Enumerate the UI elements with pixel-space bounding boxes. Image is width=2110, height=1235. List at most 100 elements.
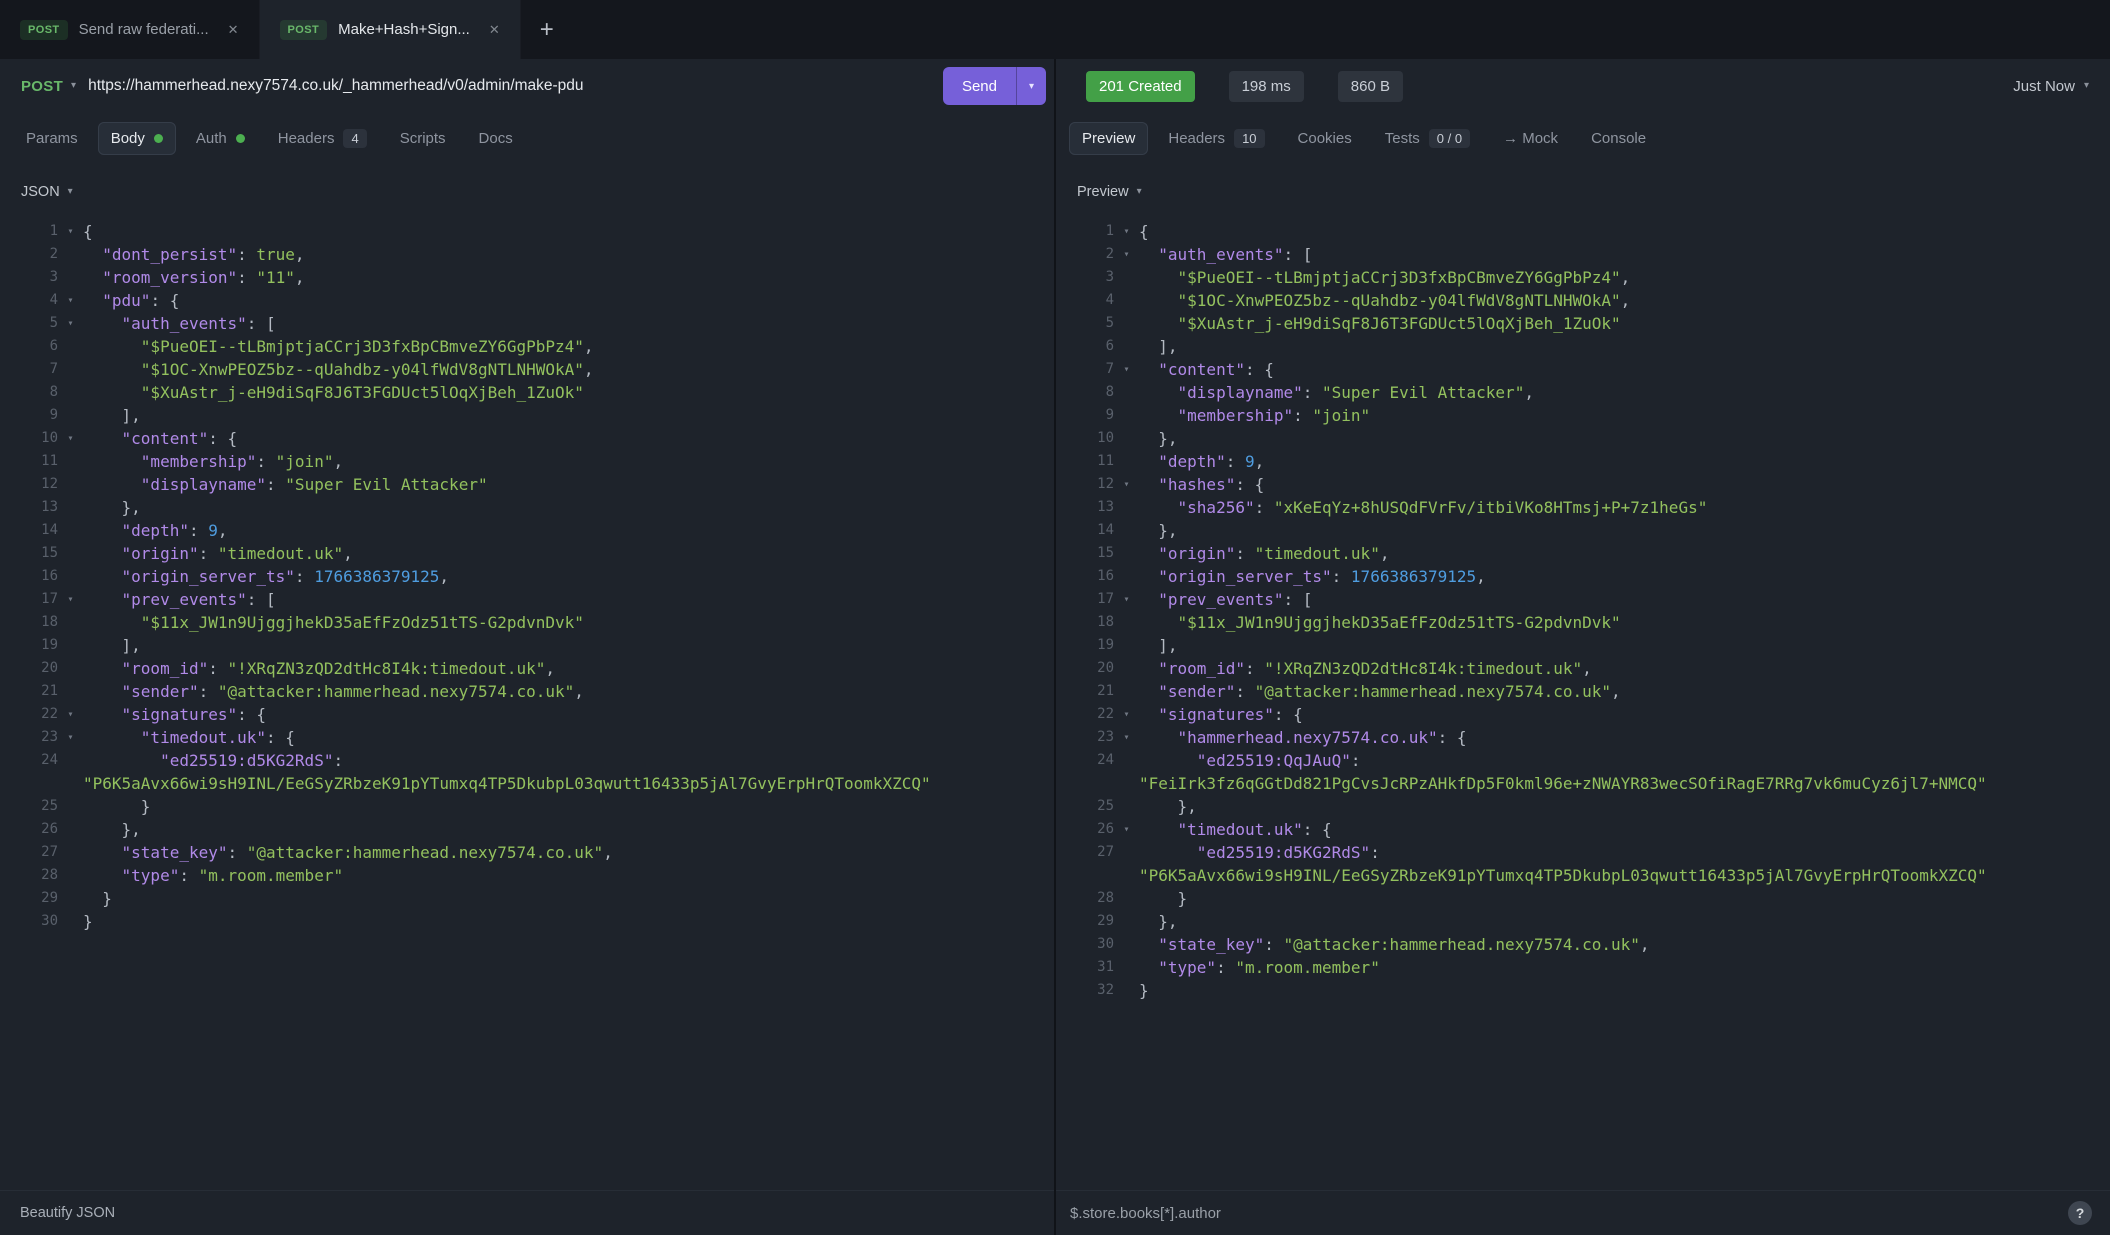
code-line: 25 } (0, 795, 1054, 818)
response-tabs: Preview Headers 10 Cookies Tests 0 / 0 →… (1056, 113, 2110, 164)
url-input[interactable]: https://hammerhead.nexy7574.co.uk/_hamme… (88, 77, 931, 95)
code-text: "room_id": "!XRqZN3zQD2dtHc8I4k:timedout… (1139, 657, 1592, 680)
method-dropdown[interactable]: POST ▾ (21, 78, 76, 95)
jsonpath-filter-input[interactable] (1070, 1205, 2056, 1222)
gutter-spacer (58, 243, 83, 266)
tab-tests[interactable]: Tests 0 / 0 (1372, 121, 1483, 156)
code-text: "$1OC-XnwPEOZ5bz--qUahdbz-y04lfWdV8gNTLN… (1139, 289, 1630, 312)
tab-response-headers[interactable]: Headers 10 (1155, 121, 1277, 156)
line-number: 16 (1056, 565, 1114, 588)
code-text: "ed25519:d5KG2RdS": (1139, 841, 1380, 864)
code-text: "hammerhead.nexy7574.co.uk": { (1139, 726, 1467, 749)
code-text: "sender": "@attacker:hammerhead.nexy7574… (83, 680, 584, 703)
fold-toggle-icon[interactable]: ▾ (58, 312, 83, 335)
line-number: 8 (1056, 381, 1114, 404)
send-button[interactable]: Send ▾ (943, 67, 1046, 105)
code-line: 14 "depth": 9, (0, 519, 1054, 542)
line-number: 20 (0, 657, 58, 680)
tab-scripts[interactable]: Scripts (387, 122, 459, 155)
preview-mode-dropdown[interactable]: Preview ▾ (1077, 184, 1142, 200)
line-number: 3 (1056, 266, 1114, 289)
method-badge: POST (20, 20, 68, 40)
gutter-spacer (58, 841, 83, 864)
gutter-spacer (58, 565, 83, 588)
help-button[interactable]: ? (2068, 1201, 2092, 1225)
code-text: }, (83, 818, 141, 841)
line-number: 14 (0, 519, 58, 542)
fold-toggle-icon[interactable]: ▾ (1114, 588, 1139, 611)
line-number: 13 (0, 496, 58, 519)
new-tab-button[interactable]: + (521, 0, 573, 59)
body-language-dropdown[interactable]: JSON ▾ (21, 184, 73, 200)
line-number: 6 (0, 335, 58, 358)
line-number: 4 (1056, 289, 1114, 312)
fold-toggle-icon[interactable]: ▾ (58, 220, 83, 243)
code-text: }, (1139, 427, 1178, 450)
line-number: 20 (1056, 657, 1114, 680)
response-preview-editor[interactable]: 1▾{2▾ "auth_events": [3 "$PueOEI--tLBmjp… (1056, 220, 2110, 1190)
code-line: 4▾ "pdu": { (0, 289, 1054, 312)
code-text: } (83, 910, 93, 933)
send-options-chevron-icon[interactable]: ▾ (1016, 67, 1046, 105)
plus-icon: + (540, 16, 554, 44)
close-icon[interactable]: ✕ (489, 22, 500, 38)
code-line: 32} (1056, 979, 2110, 1002)
fold-toggle-icon[interactable]: ▾ (1114, 818, 1139, 841)
gutter-spacer (1114, 864, 1139, 887)
tab-preview[interactable]: Preview (1069, 122, 1148, 155)
line-number: 19 (0, 634, 58, 657)
code-line: 16 "origin_server_ts": 1766386379125, (1056, 565, 2110, 588)
fold-toggle-icon[interactable]: ▾ (58, 703, 83, 726)
gutter-spacer (1114, 427, 1139, 450)
history-label: Just Now (2013, 78, 2075, 95)
request-body-editor[interactable]: 1▾{2 "dont_persist": true,3 "room_versio… (0, 220, 1054, 1190)
tab-headers[interactable]: Headers 4 (265, 121, 380, 156)
window-tab-send-raw-federation[interactable]: POST Send raw federati... ✕ (0, 0, 260, 59)
code-text: ], (1139, 634, 1178, 657)
fold-toggle-icon[interactable]: ▾ (1114, 243, 1139, 266)
code-text: "$11x_JW1n9UjggjhekD35aEfFzOdz51tTS-G2pd… (1139, 611, 1621, 634)
fold-toggle-icon[interactable]: ▾ (1114, 220, 1139, 243)
code-line: 11 "membership": "join", (0, 450, 1054, 473)
close-icon[interactable]: ✕ (228, 22, 239, 38)
code-line: 19 ], (0, 634, 1054, 657)
fold-toggle-icon[interactable]: ▾ (1114, 358, 1139, 381)
tab-mock[interactable]: → Mock (1490, 122, 1571, 155)
code-line: 11 "depth": 9, (1056, 450, 2110, 473)
tab-cookies[interactable]: Cookies (1285, 122, 1365, 155)
code-text: } (1139, 887, 1187, 910)
code-line: 27 "ed25519:d5KG2RdS": (1056, 841, 2110, 864)
code-line: 7▾ "content": { (1056, 358, 2110, 381)
tab-body[interactable]: Body (98, 122, 176, 155)
line-number: 26 (0, 818, 58, 841)
gutter-spacer (1114, 979, 1139, 1002)
fold-toggle-icon[interactable]: ▾ (58, 289, 83, 312)
fold-toggle-icon[interactable]: ▾ (58, 588, 83, 611)
fold-toggle-icon[interactable]: ▾ (1114, 473, 1139, 496)
code-line: 20 "room_id": "!XRqZN3zQD2dtHc8I4k:timed… (0, 657, 1054, 680)
code-line: 10 }, (1056, 427, 2110, 450)
fold-toggle-icon[interactable]: ▾ (58, 427, 83, 450)
tab-auth[interactable]: Auth (183, 122, 258, 155)
code-line: 1▾{ (1056, 220, 2110, 243)
tab-params[interactable]: Params (13, 122, 91, 155)
line-number: 18 (0, 611, 58, 634)
gutter-spacer (1114, 795, 1139, 818)
history-dropdown[interactable]: Just Now ▾ (2013, 78, 2089, 95)
window-tab-make-hash-sign[interactable]: POST Make+Hash+Sign... ✕ (260, 0, 521, 59)
code-line: 27 "state_key": "@attacker:hammerhead.ne… (0, 841, 1054, 864)
line-number: 27 (1056, 841, 1114, 864)
line-number: 1 (1056, 220, 1114, 243)
code-line: 3 "room_version": "11", (0, 266, 1054, 289)
line-number: 26 (1056, 818, 1114, 841)
tab-docs[interactable]: Docs (466, 122, 526, 155)
fold-toggle-icon[interactable]: ▾ (1114, 703, 1139, 726)
code-text: "content": { (1139, 358, 1274, 381)
beautify-json-button[interactable]: Beautify JSON (20, 1205, 115, 1221)
code-line: "FeiIrk3fz6qGGtDd821PgCvsJcRPzAHkfDp5F0k… (1056, 772, 2110, 795)
fold-toggle-icon[interactable]: ▾ (58, 726, 83, 749)
gutter-spacer (1114, 496, 1139, 519)
tab-console[interactable]: Console (1578, 122, 1659, 155)
code-text: "origin": "timedout.uk", (1139, 542, 1389, 565)
fold-toggle-icon[interactable]: ▾ (1114, 726, 1139, 749)
